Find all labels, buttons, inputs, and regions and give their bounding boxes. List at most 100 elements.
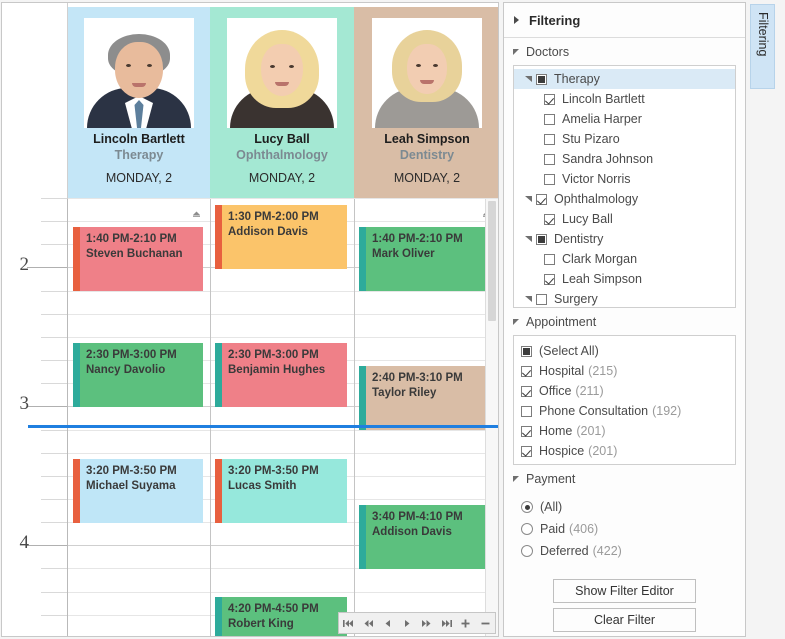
doctor-checkbox[interactable] (544, 253, 555, 265)
resource-header-2[interactable]: Lucy Ball Ophthalmology MONDAY, 2 (210, 7, 354, 199)
doctors-tree-box[interactable]: Therapy Lincoln Bartlett Amelia Harper Stu … (513, 65, 736, 308)
next-block-icon[interactable] (418, 615, 435, 632)
appointment-filter-checkbox[interactable] (521, 445, 532, 457)
doctor-checkbox[interactable] (544, 173, 555, 185)
filter-panel-caption[interactable]: Filtering (504, 3, 745, 38)
appointment-block[interactable]: 2:30 PM-3:00 PM Benjamin Hughes (215, 343, 347, 407)
doctor-label: Lucy Ball (562, 212, 613, 226)
time-tick (41, 291, 67, 292)
group-header-payment[interactable]: Payment (513, 465, 736, 492)
appointment-block[interactable]: 2:30 PM-3:00 PM Nancy Davolio (73, 343, 203, 407)
appointment-block[interactable]: 3:20 PM-3:50 PM Michael Suyama (73, 459, 203, 523)
appointment-block[interactable]: 4:20 PM-4:50 PM Robert King (215, 597, 347, 636)
group-header-doctors[interactable]: Doctors (513, 38, 736, 65)
payment-filter-label: Paid (540, 522, 566, 536)
group-header-appointment[interactable]: Appointment (513, 308, 736, 335)
doctor-checkbox[interactable] (544, 93, 555, 105)
appointment-block[interactable]: 3:40 PM-4:10 PM Addison Davis (359, 505, 493, 569)
appointment-filter-item[interactable]: Hospice (201) (521, 441, 735, 461)
appointment-grid[interactable]: 1:40 PM-2:10 PM Steven Buchanan 2:30 PM-3:… (68, 198, 498, 636)
doctor-label: Stu Pizaro (562, 132, 620, 146)
doctor-tree-node[interactable]: Therapy (514, 69, 735, 89)
previous-block-icon[interactable] (360, 615, 377, 632)
appointment-filter-label: Phone Consultation (539, 404, 649, 418)
doctor-checkbox[interactable] (544, 213, 555, 225)
appointment-filter-checkbox[interactable] (521, 365, 532, 377)
appointment-block[interactable]: 1:30 PM-2:00 PM Addison Davis (215, 205, 347, 269)
payment-radio[interactable] (521, 523, 533, 535)
time-tick (41, 499, 67, 500)
clear-filter-button[interactable]: Clear Filter (553, 608, 696, 632)
doctor-tree-node[interactable]: Dentistry (514, 229, 735, 249)
appointment-filter-checkbox[interactable] (521, 425, 532, 437)
appointment-filter-item[interactable]: (Select All) (521, 341, 735, 361)
appointment-filter-item[interactable]: Hospital (215) (521, 361, 735, 381)
next-icon[interactable] (399, 615, 416, 632)
expand-collapse-icon[interactable] (520, 292, 536, 306)
doctor-checkbox[interactable] (536, 73, 547, 85)
chevron-down-icon[interactable] (513, 318, 519, 325)
payment-filter-item[interactable]: Deferred (422) (521, 540, 736, 562)
doctor-tree-node[interactable]: Clark Morgan (514, 249, 735, 269)
appointment-status-bar (215, 459, 222, 523)
vertical-scrollbar[interactable] (485, 199, 498, 636)
appointment-filter-checkbox[interactable] (521, 385, 532, 397)
time-tick (41, 360, 67, 361)
expand-collapse-icon[interactable] (520, 232, 536, 246)
doctor-tree-node[interactable]: Leah Simpson (514, 269, 735, 289)
collapse-appointments-icon[interactable] (190, 207, 203, 220)
first-page-icon[interactable] (340, 615, 357, 632)
appointment-checklist-box[interactable]: (Select All) Hospital (215) Office (211) Phon… (513, 335, 736, 465)
appointment-block[interactable]: 1:40 PM-2:10 PM Steven Buchanan (73, 227, 203, 291)
appointment-block[interactable]: 2:40 PM-3:10 PM Taylor Riley (359, 366, 493, 430)
payment-filter-item[interactable]: Paid (406) (521, 518, 736, 540)
payment-radio-group[interactable]: (All) Paid (406) Deferred (422) (513, 492, 736, 562)
appointment-filter-item[interactable]: Phone Consultation (192) (521, 401, 735, 421)
payment-radio[interactable] (521, 545, 533, 557)
payment-radio[interactable] (521, 501, 533, 513)
doctor-label: Leah Simpson (562, 272, 642, 286)
payment-filter-count: (406) (569, 522, 599, 536)
grid-line (68, 337, 498, 338)
doctor-checkbox[interactable] (544, 273, 555, 285)
doctor-checkbox[interactable] (536, 233, 547, 245)
show-filter-editor-button[interactable]: Show Filter Editor (553, 579, 696, 603)
previous-icon[interactable] (379, 615, 396, 632)
appointment-block[interactable]: 3:20 PM-3:50 PM Lucas Smith (215, 459, 347, 523)
doctor-tree-node[interactable]: Stu Pizaro (514, 129, 735, 149)
last-page-icon[interactable] (438, 615, 455, 632)
zoom-in-icon[interactable] (457, 615, 474, 632)
date-navigator-bar[interactable] (338, 612, 496, 634)
resource-header-1[interactable]: Lincoln Bartlett Therapy MONDAY, 2 (68, 7, 210, 199)
expand-collapse-icon[interactable] (520, 192, 536, 206)
doctor-checkbox[interactable] (536, 293, 547, 305)
appointment-text: 1:30 PM-2:00 PM Addison Davis (228, 210, 343, 240)
appointment-filter-item[interactable]: Office (211) (521, 381, 735, 401)
payment-filter-item[interactable]: (All) (521, 496, 736, 518)
scrollbar-thumb[interactable] (488, 201, 496, 321)
appointment-filter-count: (201) (576, 424, 606, 438)
doctor-tree-node[interactable]: Lucy Ball (514, 209, 735, 229)
filtering-vertical-tab[interactable]: Filtering (750, 4, 775, 89)
doctor-checkbox[interactable] (544, 133, 555, 145)
expand-collapse-icon[interactable] (520, 72, 536, 86)
chevron-down-icon[interactable] (513, 48, 519, 55)
doctor-tree-node[interactable]: Ophthalmology (514, 189, 735, 209)
appointment-block[interactable]: 1:40 PM-2:10 PM Mark Oliver (359, 227, 493, 291)
doctor-tree-node[interactable]: Sandra Johnson (514, 149, 735, 169)
chevron-down-icon[interactable] (513, 475, 519, 482)
appointment-filter-count: (192) (652, 404, 682, 418)
zoom-out-icon[interactable] (477, 615, 494, 632)
appointment-filter-checkbox[interactable] (521, 405, 532, 417)
doctor-checkbox[interactable] (536, 193, 547, 205)
doctor-tree-node[interactable]: Surgery (514, 289, 735, 309)
chevron-right-icon[interactable] (514, 16, 519, 24)
doctor-tree-node[interactable]: Lincoln Bartlett (514, 89, 735, 109)
appointment-filter-checkbox[interactable] (521, 345, 532, 357)
appointment-filter-item[interactable]: Home (201) (521, 421, 735, 441)
doctor-checkbox[interactable] (544, 113, 555, 125)
doctor-checkbox[interactable] (544, 153, 555, 165)
doctor-tree-node[interactable]: Amelia Harper (514, 109, 735, 129)
doctor-tree-node[interactable]: Victor Norris (514, 169, 735, 189)
resource-header-3[interactable]: Leah Simpson Dentistry MONDAY, 2 (354, 7, 498, 199)
